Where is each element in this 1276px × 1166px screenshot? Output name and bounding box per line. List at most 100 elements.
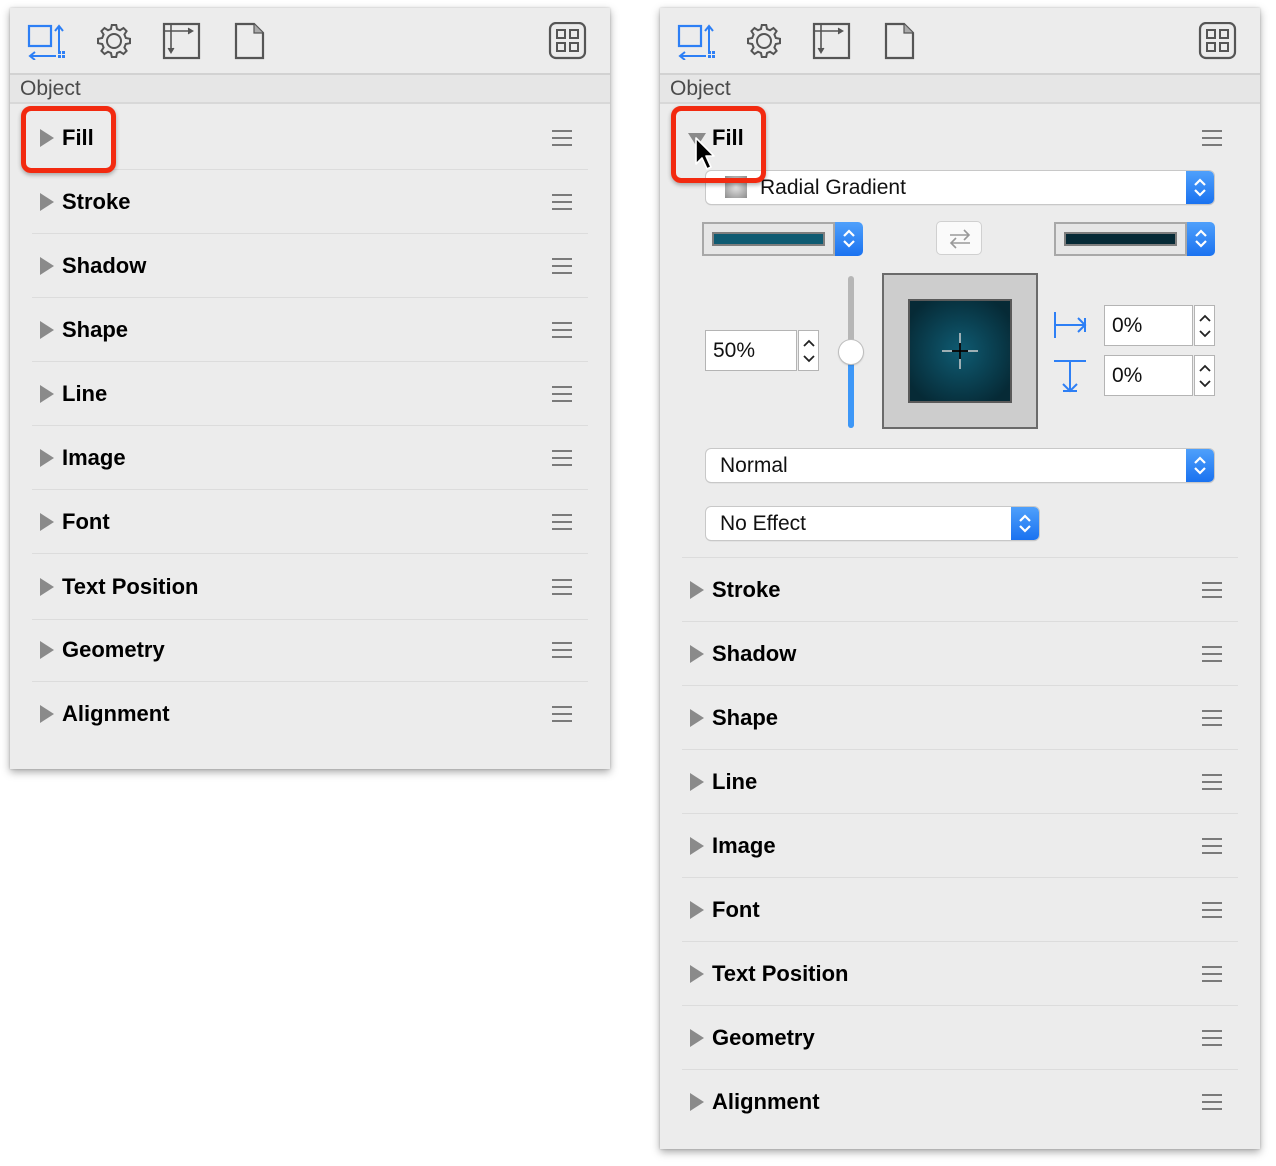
inspector-row-stroke[interactable]: Stroke: [682, 558, 1238, 622]
x-offset-stepper[interactable]: [1194, 305, 1215, 346]
fill-type-popup[interactable]: Radial Gradient: [706, 171, 1214, 204]
section-header-object: Object: [10, 73, 610, 104]
disclosure-triangle-icon[interactable]: [40, 578, 54, 596]
row-label: Fill: [62, 125, 94, 150]
document-icon[interactable]: [880, 22, 920, 60]
disclosure-triangle-icon[interactable]: [40, 129, 54, 147]
disclosure-triangle-icon[interactable]: [40, 513, 54, 531]
reorder-handle-icon[interactable]: [1202, 1094, 1222, 1110]
reorder-handle-icon[interactable]: [552, 194, 572, 210]
properties-gear-icon[interactable]: [744, 22, 784, 60]
reorder-handle-icon[interactable]: [552, 130, 572, 146]
reorder-handle-icon[interactable]: [1202, 710, 1222, 726]
inspector-row-alignment[interactable]: Alignment: [682, 1070, 1238, 1134]
row-label: Image: [712, 833, 776, 858]
inspector-row-shape[interactable]: Shape: [32, 298, 588, 362]
disclosure-triangle-icon[interactable]: [690, 645, 704, 663]
canvas-layout-icon[interactable]: [812, 22, 852, 60]
popup-arrows-icon: [835, 222, 863, 256]
inspector-row-font[interactable]: Font: [32, 490, 588, 554]
popup-arrows-icon: [1187, 222, 1215, 256]
inspector-row-geometry[interactable]: Geometry: [32, 618, 588, 682]
disclosure-triangle-icon[interactable]: [40, 449, 54, 467]
inspector-row-text-position[interactable]: Text Position: [32, 554, 588, 620]
reorder-handle-icon[interactable]: [1202, 646, 1222, 662]
reorder-handle-icon[interactable]: [1202, 966, 1222, 982]
object-inspector-icon[interactable]: [676, 22, 716, 60]
inspector-panel-collapsed: Object Fill Stroke Shadow Shape Line Image Fon…: [10, 8, 610, 769]
end-color-well[interactable]: [1054, 222, 1215, 256]
inspector-row-font[interactable]: Font: [682, 878, 1238, 942]
y-offset-field[interactable]: 0%: [1104, 355, 1215, 396]
reorder-handle-icon[interactable]: [552, 322, 572, 338]
inspector-row-alignment[interactable]: Alignment: [32, 682, 588, 746]
inspector-row-geometry[interactable]: Geometry: [682, 1006, 1238, 1070]
vertical-offset-icon: [1054, 360, 1086, 393]
disclosure-triangle-open-icon[interactable]: [688, 133, 706, 147]
canvas-layout-icon[interactable]: [162, 22, 202, 60]
inspector-row-stroke[interactable]: Stroke: [32, 170, 588, 234]
reorder-handle-icon[interactable]: [552, 258, 572, 274]
blend-mode-popup[interactable]: Normal: [706, 449, 1214, 482]
disclosure-triangle-icon[interactable]: [690, 901, 704, 919]
midpoint-field[interactable]: 50%: [705, 330, 819, 371]
reorder-handle-icon[interactable]: [552, 706, 572, 722]
reorder-handle-icon[interactable]: [1202, 1030, 1222, 1046]
disclosure-triangle-icon[interactable]: [40, 193, 54, 211]
row-label: Image: [62, 445, 126, 470]
reorder-handle-icon[interactable]: [1202, 130, 1222, 146]
inspector-row-text-position[interactable]: Text Position: [682, 942, 1238, 1006]
gradient-center-editor[interactable]: [882, 273, 1038, 429]
inspector-row-image[interactable]: Image: [682, 814, 1238, 878]
inspector-row-fill[interactable]: Fill: [32, 106, 588, 170]
row-label: Text Position: [712, 961, 849, 986]
midpoint-stepper[interactable]: [798, 330, 819, 371]
reorder-handle-icon[interactable]: [552, 386, 572, 402]
disclosure-triangle-icon[interactable]: [40, 705, 54, 723]
inspector-row-fill[interactable]: Fill: [682, 106, 1238, 170]
slider-knob[interactable]: [839, 340, 863, 364]
disclosure-triangle-icon[interactable]: [40, 321, 54, 339]
reorder-handle-icon[interactable]: [1202, 774, 1222, 790]
inspector-row-image[interactable]: Image: [32, 426, 588, 490]
grid-view-icon[interactable]: [1198, 22, 1238, 60]
reorder-handle-icon[interactable]: [1202, 838, 1222, 854]
grid-view-icon[interactable]: [548, 22, 588, 60]
disclosure-triangle-icon[interactable]: [690, 965, 704, 983]
start-color-well[interactable]: [702, 222, 863, 256]
reorder-handle-icon[interactable]: [1202, 902, 1222, 918]
horizontal-offset-icon: [1054, 312, 1087, 338]
gradient-center-crosshair-icon[interactable]: [945, 336, 975, 366]
document-icon[interactable]: [230, 22, 270, 60]
disclosure-triangle-icon[interactable]: [690, 1029, 704, 1047]
x-offset-field[interactable]: 0%: [1104, 305, 1215, 346]
reorder-handle-icon[interactable]: [1202, 582, 1222, 598]
row-label: Shadow: [62, 253, 147, 278]
disclosure-triangle-icon[interactable]: [690, 1093, 704, 1111]
reorder-handle-icon[interactable]: [552, 642, 572, 658]
inspector-toolbar: [10, 8, 610, 74]
radial-gradient-swatch-icon: [725, 176, 747, 198]
swap-colors-button[interactable]: [936, 221, 982, 255]
y-offset-stepper[interactable]: [1194, 355, 1215, 396]
disclosure-triangle-icon[interactable]: [690, 581, 704, 599]
inspector-row-line[interactable]: Line: [32, 362, 588, 426]
disclosure-triangle-icon[interactable]: [40, 385, 54, 403]
effect-popup[interactable]: No Effect: [706, 507, 1039, 540]
inspector-row-shape[interactable]: Shape: [682, 686, 1238, 750]
properties-gear-icon[interactable]: [94, 22, 134, 60]
disclosure-triangle-icon[interactable]: [40, 257, 54, 275]
row-label: Line: [712, 769, 758, 794]
reorder-handle-icon[interactable]: [552, 579, 572, 595]
disclosure-triangle-icon[interactable]: [40, 641, 54, 659]
inspector-row-line[interactable]: Line: [682, 750, 1238, 814]
object-inspector-icon[interactable]: [26, 22, 66, 60]
reorder-handle-icon[interactable]: [552, 450, 572, 466]
disclosure-triangle-icon[interactable]: [690, 773, 704, 791]
disclosure-triangle-icon[interactable]: [690, 837, 704, 855]
inspector-row-shadow[interactable]: Shadow: [32, 234, 588, 298]
reorder-handle-icon[interactable]: [552, 514, 572, 530]
disclosure-triangle-icon[interactable]: [690, 709, 704, 727]
start-color-swatch: [712, 232, 825, 246]
inspector-row-shadow[interactable]: Shadow: [682, 622, 1238, 686]
